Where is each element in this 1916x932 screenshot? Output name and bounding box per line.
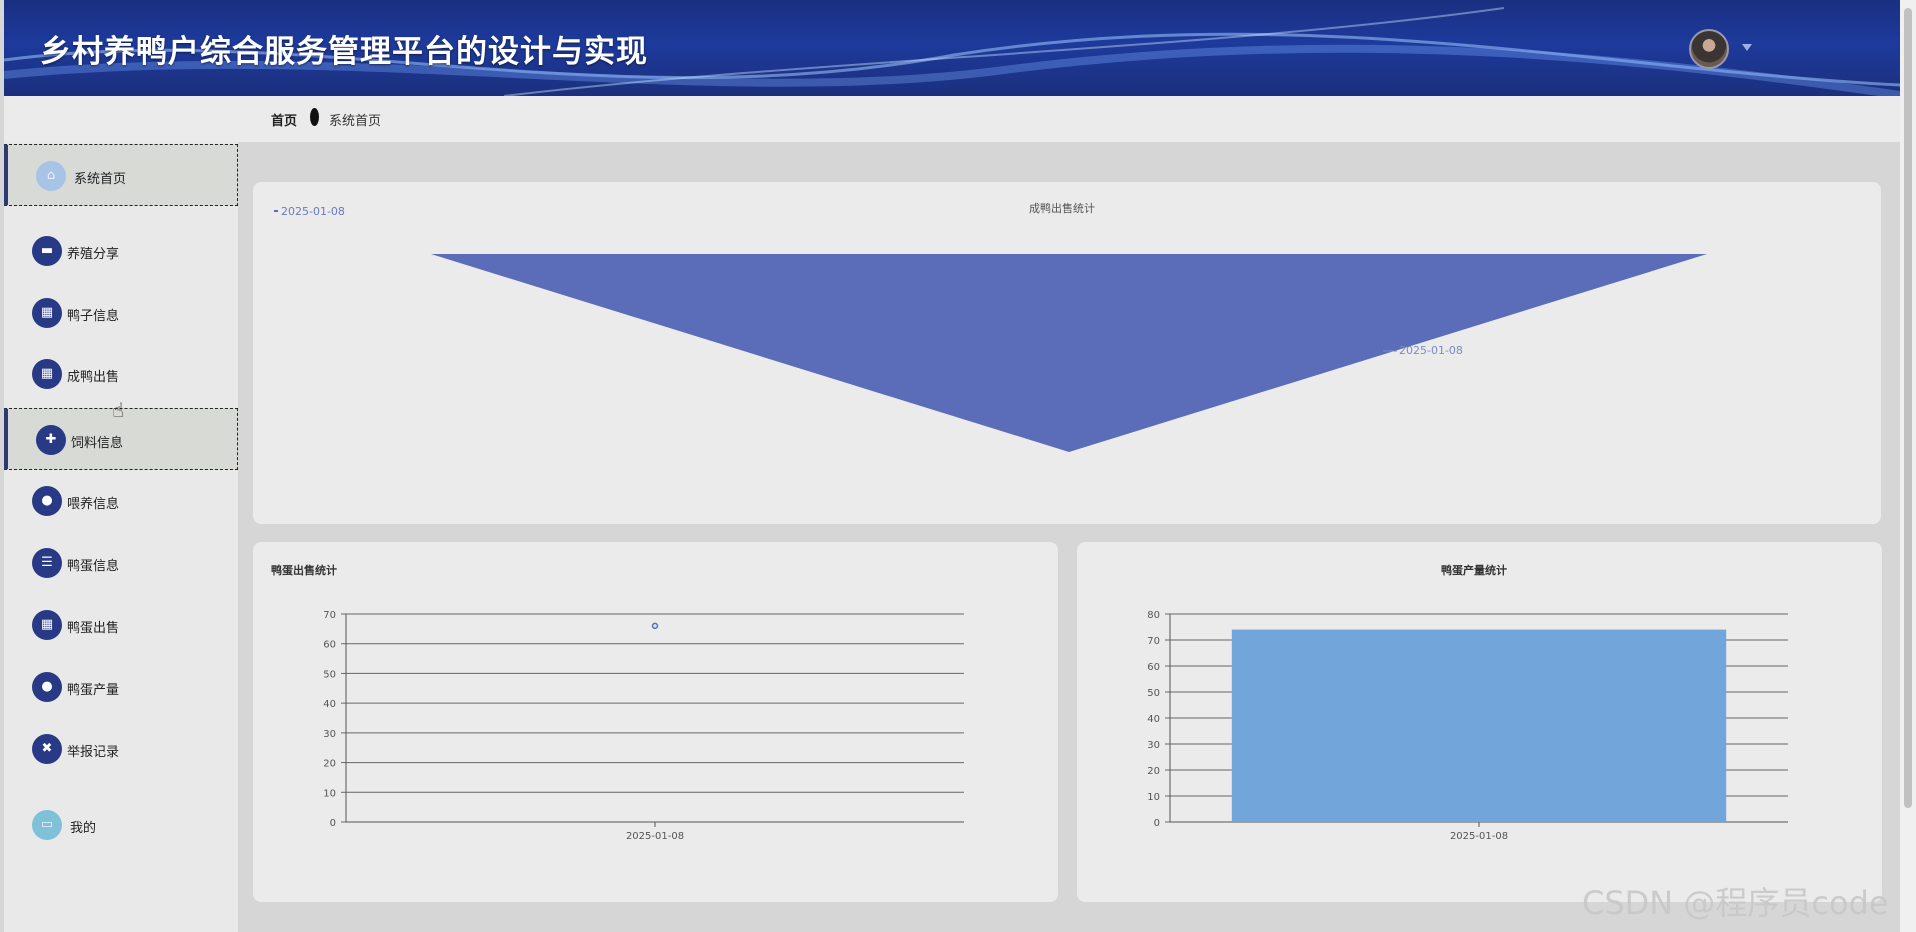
sidebar-item-egg-info[interactable]: ☰ 鸭蛋信息	[4, 532, 238, 594]
location-icon: ●	[32, 486, 62, 516]
chart-card-egg-output: 鸭蛋产量统计 0 10 20 30 40 50 60 70 80 2025-01-08	[1077, 542, 1882, 902]
y-tick-label: 70	[1147, 636, 1160, 647]
sidebar-item-label: 喂养信息	[67, 497, 120, 512]
grid-icon: ▦	[32, 298, 62, 328]
card-icon: ▭	[32, 810, 62, 840]
sidebar-item-breeding-share[interactable]: ▬ 养殖分享	[4, 220, 238, 282]
x-tick-label: 2025-01-08	[1450, 831, 1508, 842]
scrollbar-thumb[interactable]	[1904, 8, 1912, 808]
user-avatar[interactable]	[1689, 29, 1729, 69]
breadcrumb: 首页 系统首页	[4, 96, 1900, 142]
x-tick-label: 2025-01-08	[626, 831, 684, 842]
sidebar-item-label: 鸭子信息	[67, 309, 120, 324]
y-tick-label: 20	[323, 759, 336, 770]
y-tick-label: 50	[323, 669, 336, 680]
bar-chart: 0 10 20 30 40 50 60 70 80 2025-01-08	[1147, 610, 1788, 842]
scatter-point[interactable]	[651, 622, 659, 630]
chart-card-egg-sales: 鸭蛋出售统计 0 10 20 30 40 50 60 70 2025-01-08	[253, 542, 1058, 902]
y-tick-label: 40	[1147, 714, 1160, 725]
y-tick-label: 50	[1147, 688, 1160, 699]
y-tick-label: 0	[1154, 818, 1160, 829]
y-tick-label: 0	[330, 818, 336, 829]
app-header: 乡村养鸭户综合服务管理平台的设计与实现	[4, 0, 1900, 96]
home-icon: ⌂	[36, 161, 66, 191]
grid-icon: ▦	[32, 359, 62, 389]
sidebar-item-duck-info[interactable]: ▦ 鸭子信息	[4, 282, 238, 344]
sidebar-item-label: 鸭蛋出售	[67, 621, 120, 636]
breadcrumb-separator-icon	[310, 108, 319, 126]
sidebar-item-egg-output[interactable]: ● 鸭蛋产量	[4, 656, 238, 718]
puzzle-icon: ✚	[36, 425, 66, 455]
app-title: 乡村养鸭户综合服务管理平台的设计与实现	[40, 34, 648, 70]
funnel-chart: 2025-01-08 2025-01-08	[274, 205, 1707, 452]
sidebar-item-label: 成鸭出售	[67, 370, 120, 385]
sidebar-item-label: 鸭蛋信息	[67, 559, 120, 574]
chevron-down-icon[interactable]	[1742, 44, 1752, 51]
breadcrumb-home[interactable]: 首页	[271, 110, 297, 129]
sidebar-item-label: 举报记录	[67, 745, 120, 760]
legend-swatch	[274, 210, 278, 212]
list-icon: ☰	[32, 548, 62, 578]
y-tick-label: 40	[323, 699, 336, 710]
sidebar-item-duck-sale[interactable]: ▦ 成鸭出售	[4, 343, 238, 405]
sidebar-item-label: 我的	[70, 821, 97, 836]
chart-legend[interactable]: 2025-01-08	[274, 205, 345, 218]
grid-icon: ▦	[32, 610, 62, 640]
y-tick-label: 60	[1147, 662, 1160, 673]
sidebar-item-egg-sale[interactable]: ▦ 鸭蛋出售	[4, 594, 238, 656]
watermark: CSDN @程序员code	[1582, 884, 1889, 922]
y-tick-label: 10	[1147, 792, 1160, 803]
legend-label: 2025-01-08	[281, 205, 345, 218]
sidebar: ⌂ 系统首页 ▬ 养殖分享 ▦ 鸭子信息 ▦ 成鸭出售 ✚ 饲料信息 ● 喂养信…	[4, 142, 238, 932]
sidebar-item-label: 饲料信息	[71, 436, 124, 451]
sidebar-item-report-records[interactable]: ✖ 举报记录	[4, 718, 238, 780]
sidebar-item-label: 鸭蛋产量	[67, 683, 120, 698]
y-tick-label: 70	[323, 610, 336, 621]
y-tick-label: 30	[1147, 740, 1160, 751]
funnel-label-text: 2025-01-08	[1399, 344, 1463, 357]
ticket-icon: ✖	[32, 734, 62, 764]
y-tick-label: 10	[323, 788, 336, 799]
scatter-chart: 0 10 20 30 40 50 60 70 2025-01-08	[323, 610, 964, 842]
breadcrumb-current: 系统首页	[329, 114, 382, 129]
funnel-segment[interactable]	[431, 254, 1707, 452]
sidebar-item-mine[interactable]: ▭ 我的	[4, 794, 238, 856]
book-icon: ▬	[32, 236, 62, 266]
sidebar-item-label: 系统首页	[74, 172, 127, 187]
vertical-scrollbar[interactable]	[1900, 0, 1916, 932]
user-icon: ●	[32, 672, 62, 702]
y-tick-label: 30	[323, 729, 336, 740]
sidebar-item-home[interactable]: ⌂ 系统首页	[4, 144, 238, 206]
chart-card-duck-sales: 成鸭出售统计 2025-01-08 2025-01-08	[253, 182, 1881, 524]
bar[interactable]	[1231, 629, 1727, 822]
sidebar-item-feeding-info[interactable]: ● 喂养信息	[4, 470, 238, 532]
y-tick-label: 20	[1147, 766, 1160, 777]
sidebar-item-label: 养殖分享	[67, 247, 120, 262]
y-tick-label: 60	[323, 640, 336, 651]
y-tick-label: 80	[1147, 610, 1160, 621]
mouse-pointer-icon: ☝	[112, 398, 125, 422]
